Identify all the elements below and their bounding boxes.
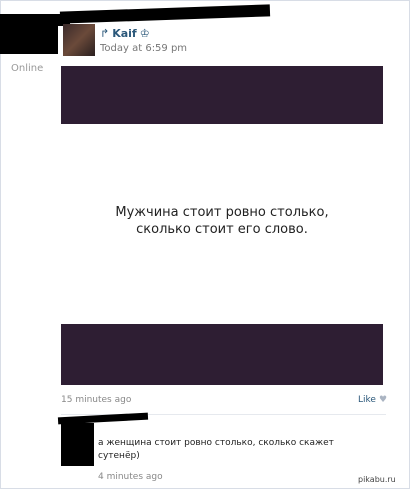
comment-text: а женщина стоит ровно столько, сколько с… [98,438,334,461]
image-band-bottom [61,324,383,385]
post-image[interactable]: Мужчина стоит ровно столько, сколько сто… [61,66,383,385]
post-timestamp[interactable]: Today at 6:59 pm [100,43,187,54]
author-row: ↱ Kaif ♔ [100,26,150,40]
quote-text: Мужчина стоит ровно столько, сколько сто… [61,204,383,238]
quote-line: сколько стоит его слово. [136,222,308,237]
redaction-scribble [59,4,271,24]
author-name[interactable]: Kaif [112,27,137,40]
comment-time-ago[interactable]: 4 minutes ago [98,472,163,482]
quote-line: Мужчина стоит ровно столько, [115,205,329,220]
image-band-top [61,66,383,124]
comment-avatar[interactable] [61,423,94,466]
redaction-scribble [0,24,58,54]
online-status: Online [11,63,44,74]
like-button[interactable]: Like ♥ [358,395,387,405]
watermark: pikabu.ru [358,475,396,484]
post-time-ago[interactable]: 15 minutes ago [61,395,131,405]
like-label: Like [358,395,376,405]
heart-icon: ♥ [378,395,388,405]
author-avatar[interactable] [63,24,95,56]
repost-icon: ↱ [100,26,110,40]
crown-icon: ♔ [139,26,150,40]
